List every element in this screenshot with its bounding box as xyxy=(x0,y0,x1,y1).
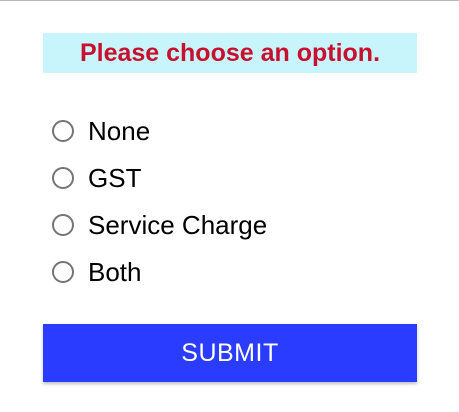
option-service-charge[interactable]: Service Charge xyxy=(52,201,267,248)
prompt-text: Please choose an option. xyxy=(79,38,381,67)
radio-unchecked-icon[interactable] xyxy=(52,166,74,189)
radio-unchecked-icon[interactable] xyxy=(52,213,74,236)
option-label: GST xyxy=(88,162,142,193)
option-both[interactable]: Both xyxy=(52,248,267,295)
option-none[interactable]: None xyxy=(52,107,267,154)
radio-unchecked-icon[interactable] xyxy=(52,119,74,142)
radio-unchecked-icon[interactable] xyxy=(52,260,74,283)
submit-button[interactable]: SUBMIT xyxy=(43,324,417,382)
option-label: Service Charge xyxy=(88,209,268,240)
option-gst[interactable]: GST xyxy=(52,154,267,201)
option-radio-group: None GST Service Charge Both xyxy=(52,107,267,295)
option-label: None xyxy=(88,115,151,146)
option-label: Both xyxy=(88,256,142,287)
option-dialog: Please choose an option. None GST Servic… xyxy=(0,0,459,412)
prompt-banner: Please choose an option. xyxy=(43,33,417,73)
